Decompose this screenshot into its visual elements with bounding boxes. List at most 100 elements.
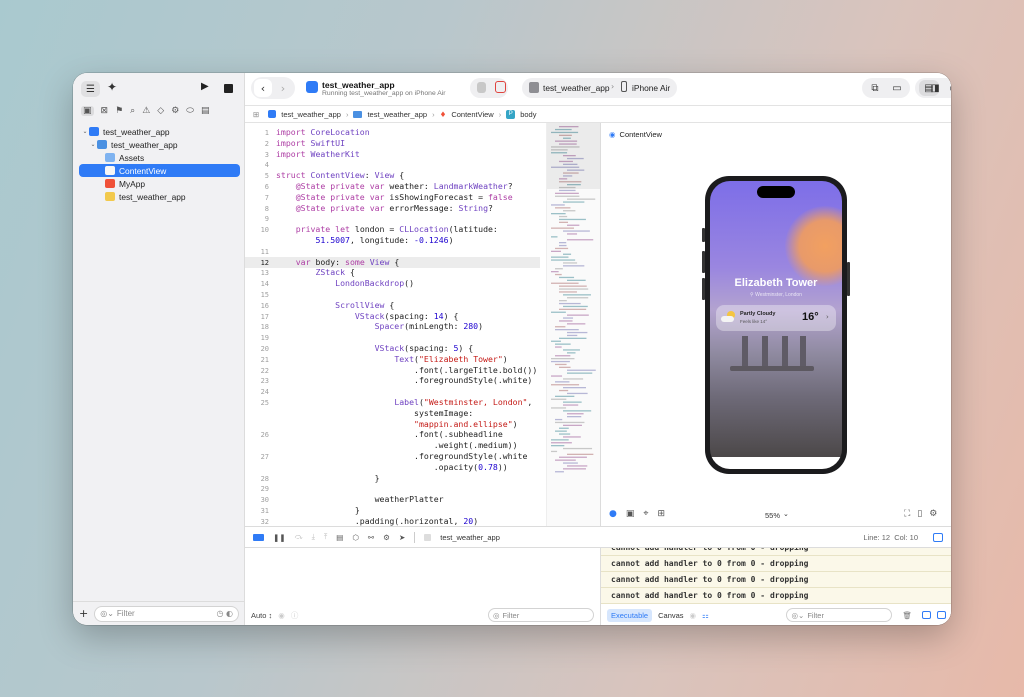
step-in-icon[interactable]: ⤓ xyxy=(312,532,315,542)
code-line[interactable]: 15 xyxy=(245,289,540,300)
info-icon[interactable]: ⓘ xyxy=(291,610,299,621)
code-line[interactable]: 26 .font(.subheadline xyxy=(245,429,540,440)
tab-canvas[interactable]: Canvas xyxy=(658,611,683,620)
code-line[interactable]: 17 VStack(spacing: 14) { xyxy=(245,311,540,322)
code-line[interactable]: 28 } xyxy=(245,473,540,484)
tree-item-folder[interactable]: ⌄ test_weather_app xyxy=(79,138,240,151)
code-line[interactable]: 30 weatherPlatter xyxy=(245,494,540,505)
code-line[interactable]: .weight(.medium)) xyxy=(245,440,540,451)
recent-icon[interactable]: ◷ ◐ xyxy=(216,609,233,618)
code-line[interactable]: 8 @State private var errorMessage: Strin… xyxy=(245,203,540,214)
code-line[interactable]: 29 xyxy=(245,483,540,494)
live-preview-icon[interactable]: ● xyxy=(609,509,617,519)
navigator-filter-field[interactable]: ◎⌄ Filter ◷ ◐ xyxy=(94,605,239,622)
warning-badge-icon[interactable] xyxy=(477,82,486,93)
grid-icon[interactable]: ⊞ xyxy=(253,110,259,119)
breadcrumb-file[interactable]: ContentView xyxy=(451,110,493,119)
step-out-icon[interactable]: ⤒ xyxy=(324,532,327,542)
inspector-toggle-button[interactable]: ◨ xyxy=(926,80,944,96)
selectable-icon[interactable]: ▣ xyxy=(626,509,635,519)
code-line[interactable]: 22 .font(.largeTitle.bold()) xyxy=(245,365,540,376)
library-button[interactable]: ⧉ xyxy=(866,80,884,96)
search-icon[interactable]: ⌕ xyxy=(130,106,135,116)
tree-item-myapp[interactable]: MyApp xyxy=(79,177,240,190)
chevron-down-icon[interactable]: ⌄ xyxy=(81,128,89,135)
bookmark-icon[interactable]: ⚑ xyxy=(115,106,123,116)
warning-icon[interactable]: ⚠ xyxy=(142,106,150,116)
eye-icon[interactable]: ◉ xyxy=(278,611,285,620)
report-icon[interactable]: ▤ xyxy=(201,106,210,116)
breadcrumb-symbol[interactable]: body xyxy=(520,110,536,119)
code-editor[interactable]: 1 import CoreLocation 2 import SwiftUI 3 impo… xyxy=(245,123,546,526)
view-hierarchy-icon[interactable]: ▤ xyxy=(336,533,343,542)
pause-icon[interactable]: ❚❚ xyxy=(273,533,286,542)
variables-mode[interactable]: Auto ↕ xyxy=(251,611,272,620)
simulate-icon[interactable]: ⚙ xyxy=(383,533,390,542)
grid-icon[interactable]: ⊞ xyxy=(657,509,665,519)
zoom-level[interactable]: 55% xyxy=(765,511,780,520)
zoom-fit-icon[interactable]: ⛶ xyxy=(904,509,910,519)
add-icon[interactable]: + xyxy=(79,607,88,620)
code-line[interactable]: 4 xyxy=(245,159,540,170)
step-over-icon[interactable]: ⤼ xyxy=(295,532,303,542)
tab-executable[interactable]: Executable xyxy=(607,608,653,622)
tree-item-entitlements[interactable]: test_weather_app xyxy=(79,190,240,203)
code-line[interactable]: 7 @State private var isShowingForecast =… xyxy=(245,192,540,203)
environment-icon[interactable]: ⚯ xyxy=(368,533,374,542)
trash-icon[interactable]: 🗑 xyxy=(902,611,912,620)
console-output[interactable]: cannot add handler to 0 from 0 - droppin… xyxy=(600,548,951,625)
tree-item-contentview[interactable]: ContentView xyxy=(79,164,240,177)
test-icon[interactable]: ◇ xyxy=(157,106,164,116)
forward-button[interactable]: › xyxy=(274,79,292,97)
error-badge-icon[interactable] xyxy=(495,81,506,93)
code-line[interactable]: 2 import SwiftUI xyxy=(245,138,540,149)
code-line[interactable]: 5 struct ContentView: View { xyxy=(245,170,540,181)
code-line[interactable]: 6 @State private var weather: LandmarkWe… xyxy=(245,181,540,192)
variants-icon[interactable]: ⌖ xyxy=(643,509,648,519)
minimap[interactable] xyxy=(546,123,601,526)
split-icon[interactable]: ⚏ xyxy=(702,611,709,620)
code-line[interactable]: 9 xyxy=(245,213,540,224)
code-line[interactable]: 18 Spacer(minLength: 280) xyxy=(245,321,540,332)
code-line[interactable]: 31 } xyxy=(245,505,540,516)
debug-target[interactable]: test_weather_app xyxy=(440,533,500,542)
source-control-icon[interactable]: ⊠ xyxy=(101,106,109,116)
breadcrumb-project[interactable]: test_weather_app xyxy=(281,110,341,119)
stop-button[interactable] xyxy=(224,84,233,93)
code-line[interactable]: 13 ZStack { xyxy=(245,267,540,278)
code-line[interactable]: 25 Label("Westminster, London", xyxy=(245,397,540,408)
tree-item-project[interactable]: ⌄ test_weather_app xyxy=(79,125,240,138)
right-panel-icon[interactable] xyxy=(937,611,946,619)
preview-button[interactable]: ▭ xyxy=(888,80,906,96)
code-line[interactable]: 24 xyxy=(245,386,540,397)
folder-icon[interactable]: ▣ xyxy=(81,106,94,116)
code-line[interactable]: 20 VStack(spacing: 5) { xyxy=(245,343,540,354)
minimap-viewport[interactable] xyxy=(547,123,601,189)
console-toggle-icon[interactable] xyxy=(253,533,264,541)
panel-toggle-icon[interactable] xyxy=(933,532,943,542)
code-line[interactable]: 27 .foregroundStyle(.white xyxy=(245,451,540,462)
code-line[interactable]: 14 LondonBackdrop() xyxy=(245,278,540,289)
memory-graph-icon[interactable]: ⬡ xyxy=(352,533,359,542)
location-icon[interactable]: ➤ xyxy=(399,533,405,542)
scheme-label[interactable]: test_weather_app xyxy=(543,83,610,93)
code-line[interactable]: "mappin.and.ellipse") xyxy=(245,419,540,430)
chevron-down-icon[interactable]: ⌄ xyxy=(89,141,97,148)
code-line[interactable]: 19 xyxy=(245,332,540,343)
sparkle-icon[interactable]: ✦ xyxy=(107,80,117,94)
device-label[interactable]: iPhone Air xyxy=(632,83,670,93)
code-line[interactable]: 3 import WeatherKit xyxy=(245,149,540,160)
code-line[interactable]: 16 ScrollView { xyxy=(245,300,540,311)
sidebar-toggle-button[interactable]: ☰ xyxy=(81,81,100,97)
debug-icon[interactable]: ⚙ xyxy=(171,106,179,116)
code-line[interactable]: 12 var body: some View { xyxy=(245,256,540,268)
code-line[interactable]: 21 Text("Elizabeth Tower") xyxy=(245,354,540,365)
back-button[interactable]: ‹ xyxy=(254,79,272,97)
left-panel-icon[interactable] xyxy=(922,611,931,619)
assistant-button[interactable]: ◎ xyxy=(944,80,951,96)
code-line[interactable]: .opacity(0.78)) xyxy=(245,462,540,473)
console-filter-field[interactable]: ◎⌄ Filter xyxy=(786,608,893,622)
weather-platter[interactable]: Partly Cloudy Feels like 14° 16° › xyxy=(716,305,836,331)
variables-filter-field[interactable]: ◎ Filter xyxy=(488,608,594,622)
code-line[interactable]: 11 xyxy=(245,246,540,257)
